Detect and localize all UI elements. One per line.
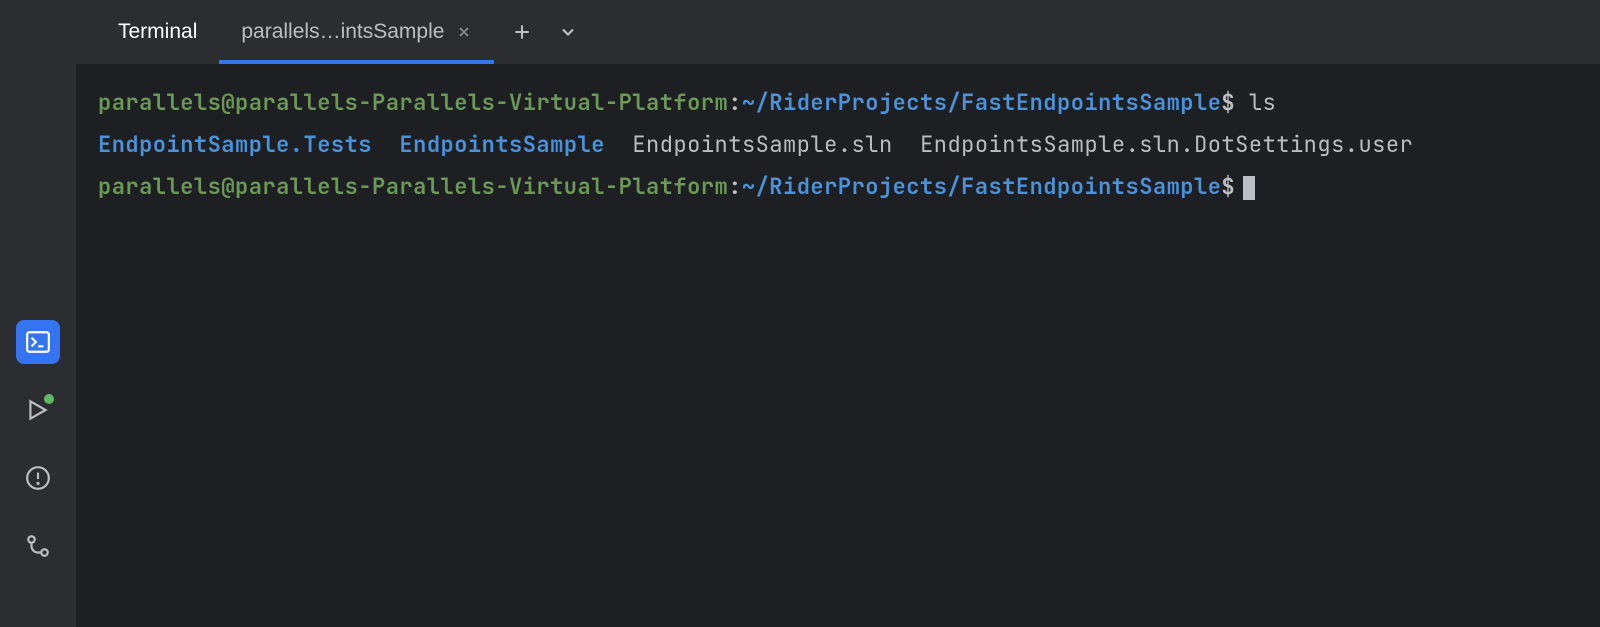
terminal-session-tab[interactable]: parallels…intsSample	[219, 0, 494, 64]
terminal-line: EndpointSample.Tests EndpointsSample End…	[98, 124, 1578, 166]
command-text: ls	[1249, 88, 1276, 117]
new-terminal-button[interactable]	[508, 18, 536, 46]
prompt-path: ~/RiderProjects/FastEndpointsSample	[742, 88, 1222, 117]
terminal-tabbar: Terminal parallels…intsSample	[76, 0, 1600, 64]
prompt-user-host: parallels@parallels-Parallels-Virtual-Pl…	[98, 172, 728, 201]
run-tool-icon[interactable]	[16, 388, 60, 432]
problems-tool-icon[interactable]	[16, 456, 60, 500]
prompt-separator: :	[728, 172, 742, 201]
terminal-session-tab-label: parallels…intsSample	[241, 20, 444, 44]
prompt-user-host: parallels@parallels-Parallels-Virtual-Pl…	[98, 88, 728, 117]
close-tab-icon[interactable]	[456, 24, 472, 40]
prompt-separator: :	[728, 88, 742, 117]
ls-file-entry: EndpointsSample.sln	[632, 130, 892, 159]
terminal-dropdown-button[interactable]	[554, 18, 582, 46]
terminal-output[interactable]: parallels@parallels-Parallels-Virtual-Pl…	[76, 64, 1600, 627]
tabbar-actions	[494, 18, 582, 46]
ls-file-entry: EndpointsSample.sln.DotSettings.user	[920, 130, 1413, 159]
prompt-path: ~/RiderProjects/FastEndpointsSample	[742, 172, 1222, 201]
run-status-badge	[44, 394, 54, 404]
ls-dir-entry: EndpointSample.Tests	[98, 130, 372, 159]
terminal-line: parallels@parallels-Parallels-Virtual-Pl…	[98, 82, 1578, 124]
git-tool-icon[interactable]	[16, 524, 60, 568]
terminal-main-tab-label: Terminal	[118, 20, 197, 44]
left-toolwindow-sidebar	[0, 0, 76, 627]
terminal-line: parallels@parallels-Parallels-Virtual-Pl…	[98, 166, 1578, 208]
terminal-tool-icon[interactable]	[16, 320, 60, 364]
ls-dir-entry: EndpointsSample	[399, 130, 605, 159]
terminal-main-tab[interactable]: Terminal	[96, 0, 219, 64]
prompt-symbol: $	[1221, 172, 1235, 201]
terminal-panel: Terminal parallels…intsSample	[76, 0, 1600, 627]
terminal-cursor	[1243, 176, 1255, 200]
prompt-symbol: $	[1221, 88, 1235, 117]
